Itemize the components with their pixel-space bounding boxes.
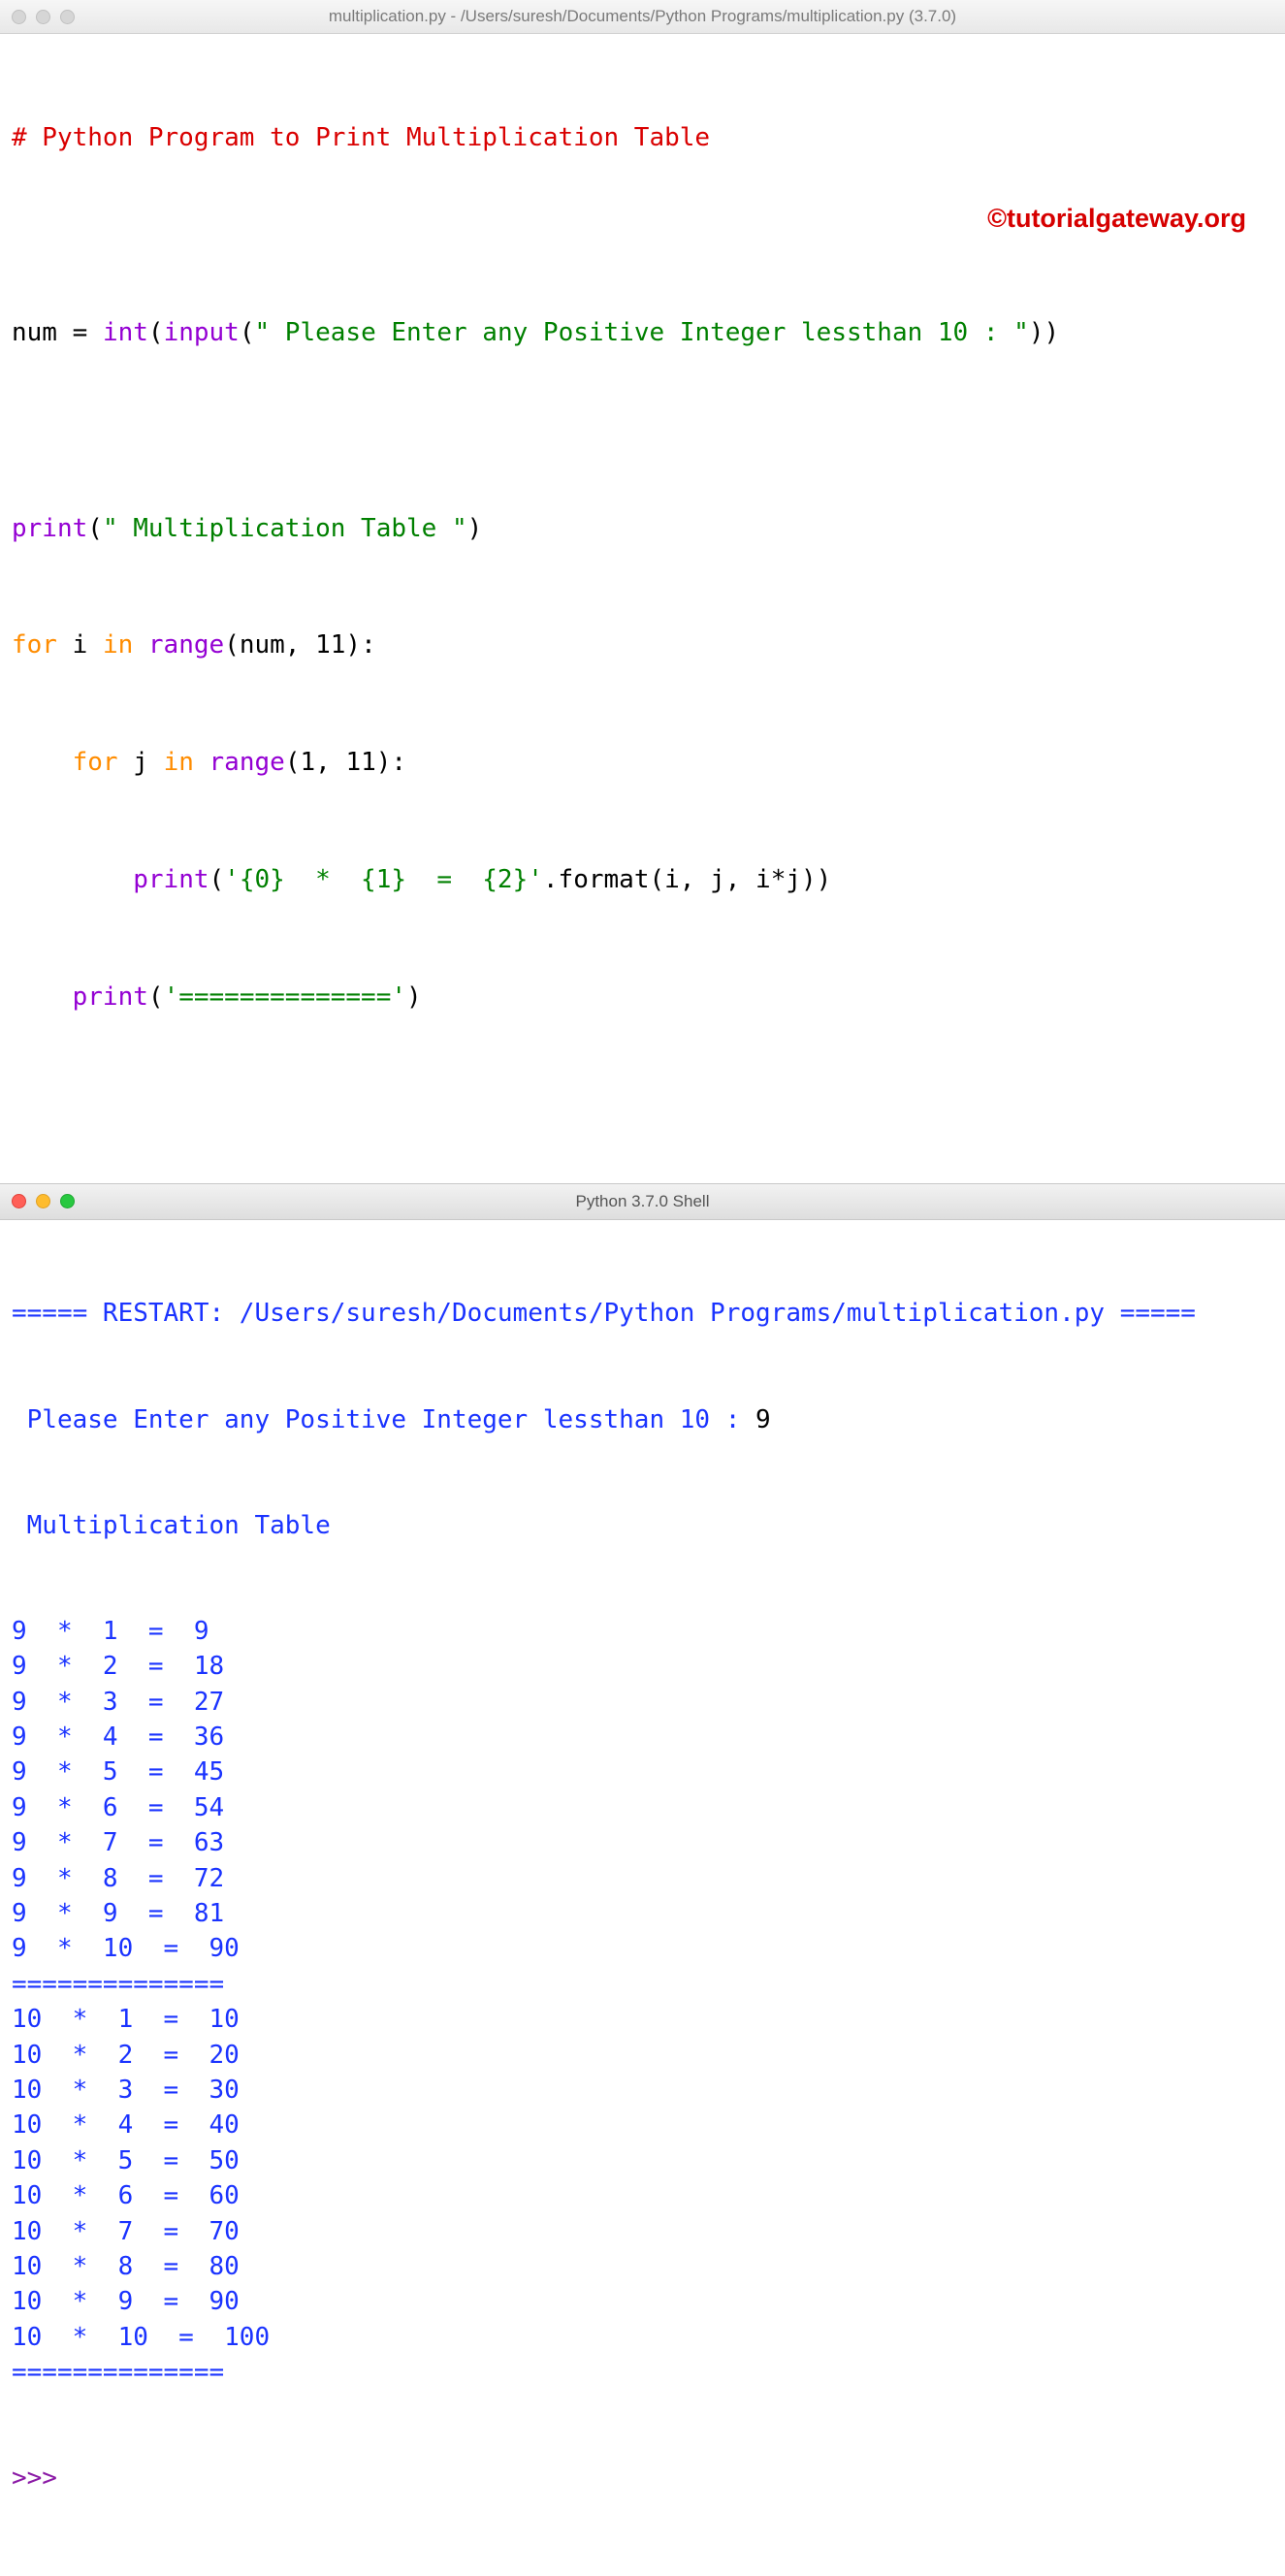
code-line: print('{0} * {1} = {2}'.format(i, j, i*j… (12, 860, 1273, 899)
input-prompt-line: Please Enter any Positive Integer lessth… (12, 1402, 1273, 1437)
output-line: 10 * 9 = 90 (12, 2284, 1273, 2319)
output-line: 9 * 9 = 81 (12, 1896, 1273, 1931)
output-line: 9 * 5 = 45 (12, 1755, 1273, 1789)
code-line: # Python Program to Print Multiplication… (12, 118, 1273, 157)
zoom-icon[interactable] (60, 10, 75, 24)
output-line: 9 * 7 = 63 (12, 1825, 1273, 1860)
shell-cursor-prompt: >>> (12, 2461, 1273, 2496)
code-line: for i in range(num, 11): (12, 626, 1273, 664)
editor-titlebar: multiplication.py - /Users/suresh/Docume… (0, 0, 1285, 34)
editor-window-title: multiplication.py - /Users/suresh/Docume… (0, 7, 1285, 26)
zoom-icon[interactable] (60, 1194, 75, 1208)
restart-line: ===== RESTART: /Users/suresh/Documents/P… (12, 1296, 1273, 1331)
output-line: 10 * 10 = 100 (12, 2320, 1273, 2355)
user-typed-value: 9 (755, 1405, 771, 1434)
code-editor[interactable]: # Python Program to Print Multiplication… (0, 34, 1285, 1183)
code-line: print('==============') (12, 978, 1273, 1016)
minimize-icon[interactable] (36, 1194, 50, 1208)
output-rows: 9 * 1 = 99 * 2 = 189 * 3 = 279 * 4 = 369… (12, 1614, 1273, 2391)
shell-console[interactable]: ===== RESTART: /Users/suresh/Documents/P… (0, 1220, 1285, 2576)
close-icon[interactable] (12, 1194, 26, 1208)
code-line: num = int(input(" Please Enter any Posit… (12, 313, 1273, 352)
output-line: 9 * 10 = 90 (12, 1931, 1273, 1966)
close-icon[interactable] (12, 10, 26, 24)
output-line: 9 * 4 = 36 (12, 1720, 1273, 1755)
output-line: 10 * 1 = 10 (12, 2002, 1273, 2037)
editor-window: multiplication.py - /Users/suresh/Docume… (0, 0, 1285, 1183)
output-line: ============== (12, 2355, 1273, 2390)
shell-window: Python 3.7.0 Shell ===== RESTART: /Users… (0, 1183, 1285, 2576)
output-line: 10 * 2 = 20 (12, 2038, 1273, 2073)
output-line: 10 * 6 = 60 (12, 2178, 1273, 2213)
output-line: 10 * 5 = 50 (12, 2143, 1273, 2178)
shell-window-title: Python 3.7.0 Shell (0, 1192, 1285, 1211)
output-line: 9 * 2 = 18 (12, 1649, 1273, 1684)
output-line: 9 * 8 = 72 (12, 1861, 1273, 1896)
editor-traffic-lights (12, 10, 75, 24)
output-line: 9 * 1 = 9 (12, 1614, 1273, 1649)
output-line: 10 * 4 = 40 (12, 2108, 1273, 2142)
output-line: 9 * 3 = 27 (12, 1685, 1273, 1720)
shell-titlebar: Python 3.7.0 Shell (0, 1183, 1285, 1220)
shell-traffic-lights (12, 1194, 75, 1208)
input-prompt-label: Please Enter any Positive Integer lessth… (12, 1405, 755, 1434)
output-line: ============== (12, 1967, 1273, 2002)
watermark: ©tutorialgateway.org (987, 199, 1246, 240)
output-line: 10 * 7 = 70 (12, 2214, 1273, 2249)
code-comment: # Python Program to Print Multiplication… (12, 123, 710, 152)
output-header: Multiplication Table (12, 1508, 1273, 1543)
code-line: for j in range(1, 11): (12, 743, 1273, 782)
output-line: 10 * 8 = 80 (12, 2249, 1273, 2284)
output-line: 9 * 6 = 54 (12, 1790, 1273, 1825)
code-line: print(" Multiplication Table ") (12, 509, 1273, 548)
output-line: 10 * 3 = 30 (12, 2073, 1273, 2108)
minimize-icon[interactable] (36, 10, 50, 24)
